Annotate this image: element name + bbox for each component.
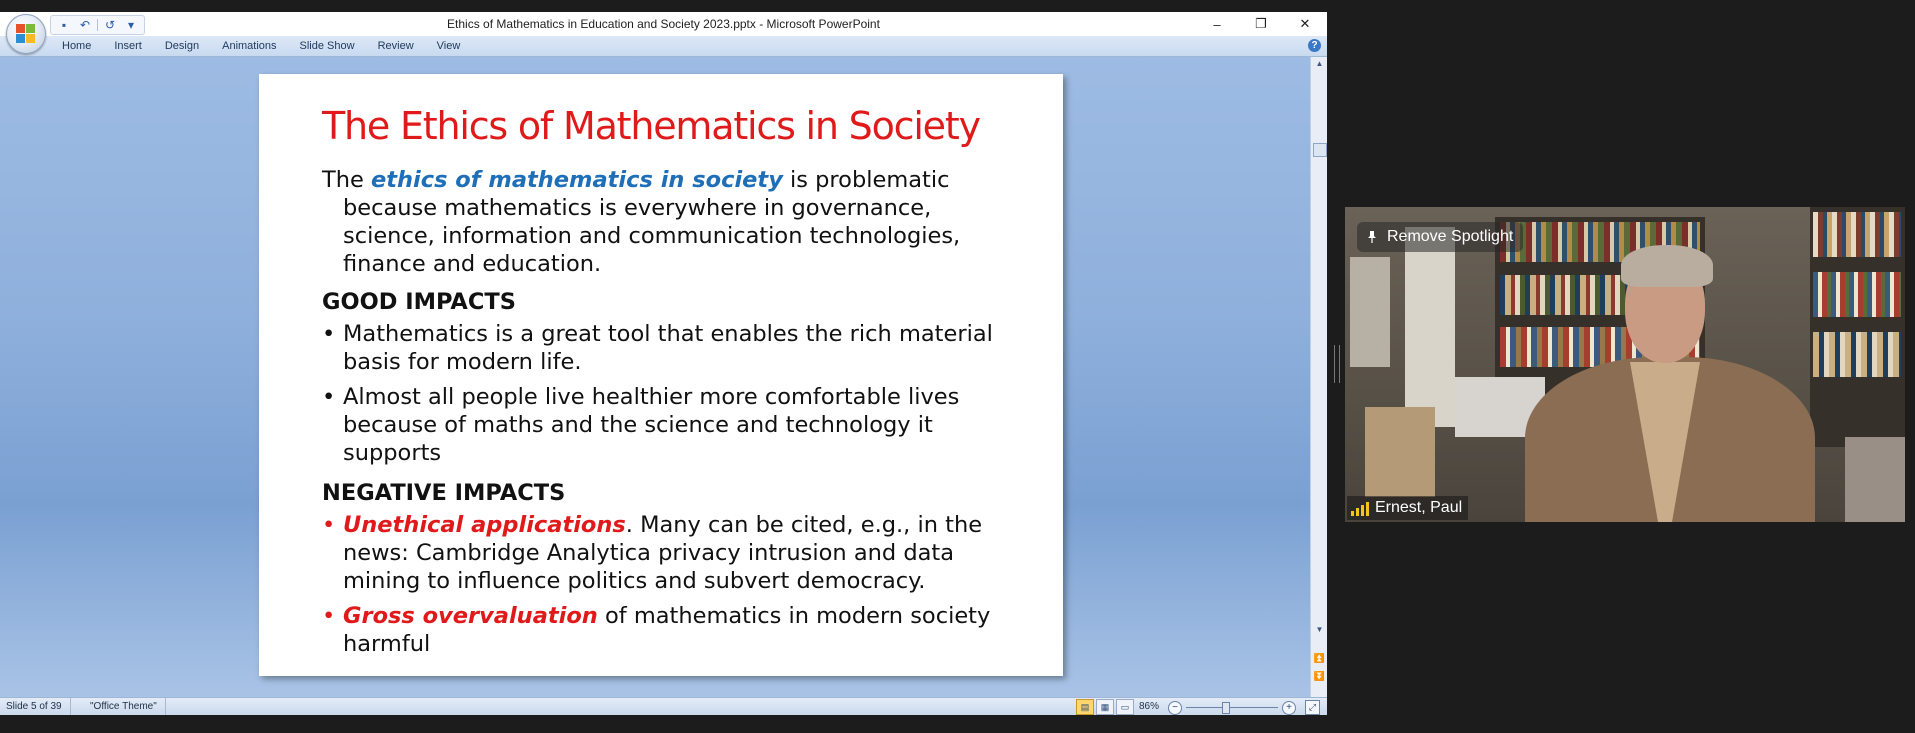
powerpoint-window: Ethics of Mathematics in Education and S… xyxy=(0,12,1327,715)
tab-animations[interactable]: Animations xyxy=(212,36,289,56)
panel-resize-handle[interactable] xyxy=(1334,345,1340,383)
slide-sorter-view-icon[interactable]: ▦ xyxy=(1096,699,1114,715)
intro-pre-text: The xyxy=(322,167,371,193)
status-bar: Slide 5 of 39 "Office Theme" ▤ ▦ ▭ 86% −… xyxy=(0,697,1327,715)
tab-design[interactable]: Design xyxy=(155,36,212,56)
bullet-icon: • xyxy=(322,384,336,410)
tab-insert[interactable]: Insert xyxy=(104,36,155,56)
participant-name-tag: Ernest, Paul xyxy=(1347,496,1469,520)
bullet-emphasis: Unethical applications xyxy=(343,512,626,538)
next-slide-icon[interactable]: ⏬ xyxy=(1311,671,1327,681)
zoom-in-icon[interactable]: + xyxy=(1282,701,1296,715)
previous-slide-icon[interactable]: ⏫ xyxy=(1311,653,1327,663)
remove-spotlight-button[interactable]: Remove Spotlight xyxy=(1357,222,1524,252)
scroll-down-icon[interactable]: ▼ xyxy=(1311,623,1327,637)
window-controls: – ❐ ✕ xyxy=(1195,12,1327,36)
participant-video-tile[interactable]: Remove Spotlight Ernest, Paul xyxy=(1345,207,1905,522)
close-button[interactable]: ✕ xyxy=(1283,12,1327,36)
normal-view-icon[interactable]: ▤ xyxy=(1076,699,1094,715)
redo-icon[interactable]: ↺ xyxy=(101,17,119,33)
save-icon[interactable]: ▪ xyxy=(55,17,73,33)
tab-slide-show[interactable]: Slide Show xyxy=(290,36,368,56)
scroll-up-icon[interactable]: ▲ xyxy=(1311,57,1327,71)
good-bullet: • Mathematics is a great tool that enabl… xyxy=(322,320,1022,376)
tab-home[interactable]: Home xyxy=(52,36,104,56)
office-button[interactable] xyxy=(6,14,46,54)
bullet-icon: • xyxy=(322,321,336,347)
slide-title: The Ethics of Mathematics in Society xyxy=(322,104,981,148)
pin-icon xyxy=(1368,231,1376,243)
toolbar-separator xyxy=(97,19,98,31)
zoom-slider-track[interactable] xyxy=(1186,707,1278,708)
office-logo-icon xyxy=(16,24,36,44)
tab-view[interactable]: View xyxy=(427,36,474,56)
ribbon-tab-bar: Home Insert Design Animations Slide Show… xyxy=(0,36,1327,57)
bullet-icon: • xyxy=(322,603,336,629)
spotlight-label: Remove Spotlight xyxy=(1387,228,1514,245)
restore-button[interactable]: ❐ xyxy=(1239,12,1283,36)
participant-name: Ernest, Paul xyxy=(1375,499,1463,516)
scroll-thumb[interactable] xyxy=(1313,143,1327,157)
zoom-out-icon[interactable]: − xyxy=(1168,701,1182,715)
negative-bullet: • Gross overvaluation of mathematics in … xyxy=(322,602,1022,658)
vertical-scrollbar[interactable]: ▲ ▼ ⏫ ⏬ xyxy=(1310,57,1327,697)
undo-icon[interactable]: ↶ xyxy=(76,17,94,33)
webcam-feed xyxy=(1345,207,1905,522)
bullet-icon: • xyxy=(322,512,336,538)
customize-toolbar-icon[interactable]: ▾ xyxy=(122,17,140,33)
slide-counter: Slide 5 of 39 xyxy=(6,698,71,715)
slide-body: The ethics of mathematics in society is … xyxy=(322,166,1022,665)
slide-canvas[interactable]: The Ethics of Mathematics in Society The… xyxy=(259,74,1063,676)
good-impacts-heading: GOOD IMPACTS xyxy=(322,289,516,315)
negative-impacts-heading: NEGATIVE IMPACTS xyxy=(322,480,566,506)
connection-signal-icon xyxy=(1351,500,1369,516)
zoom-slider-thumb[interactable] xyxy=(1222,702,1230,714)
bullet-text: Mathematics is a great tool that enables… xyxy=(343,321,993,375)
good-bullet: • Almost all people live healthier more … xyxy=(322,383,1022,467)
title-bar: Ethics of Mathematics in Education and S… xyxy=(0,12,1327,36)
tab-review[interactable]: Review xyxy=(368,36,427,56)
help-icon[interactable]: ? xyxy=(1308,39,1321,52)
zoom-level[interactable]: 86% xyxy=(1139,698,1159,715)
minimize-button[interactable]: – xyxy=(1195,12,1239,36)
intro-emphasis: ethics of mathematics in society xyxy=(371,167,783,193)
bullet-text: Almost all people live healthier more co… xyxy=(343,384,960,466)
intro-paragraph: The ethics of mathematics in society is … xyxy=(322,166,1022,278)
quick-access-toolbar: ▪ ↶ ↺ ▾ xyxy=(50,15,145,35)
theme-name: "Office Theme" xyxy=(90,698,166,715)
view-buttons: ▤ ▦ ▭ xyxy=(1076,699,1134,715)
slide-show-view-icon[interactable]: ▭ xyxy=(1116,699,1134,715)
window-title: Ethics of Mathematics in Education and S… xyxy=(447,17,880,31)
bullet-emphasis: Gross overvaluation xyxy=(343,603,598,629)
fit-to-window-icon[interactable]: ⤢ xyxy=(1305,700,1320,715)
negative-bullet: • Unethical applications. Many can be ci… xyxy=(322,511,1022,595)
